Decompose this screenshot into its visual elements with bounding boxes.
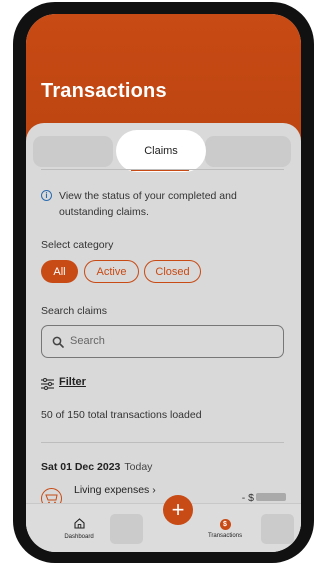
nav-placeholder-1[interactable]: [110, 514, 143, 544]
loaded-count: 50 of 150 total transactions loaded: [41, 409, 202, 421]
date-label: Sat 01 Dec 2023: [41, 461, 121, 473]
dollar-icon: $: [219, 518, 231, 530]
chip-all[interactable]: All: [41, 260, 78, 283]
today-tag: Today: [124, 461, 153, 473]
tab-claims[interactable]: Claims: [116, 130, 206, 172]
nav-dashboard[interactable]: Dashboard: [56, 504, 102, 552]
info-text: View the status of your completed and ou…: [59, 190, 237, 218]
nav-dashboard-label: Dashboard: [64, 533, 94, 540]
transaction-name: Living expenses: [74, 484, 150, 496]
search-input[interactable]: Search: [41, 325, 284, 358]
tab-right-placeholder[interactable]: [205, 136, 291, 167]
category-label: Select category: [41, 239, 114, 251]
add-button[interactable]: +: [163, 495, 193, 525]
chip-closed[interactable]: Closed: [144, 260, 201, 283]
nav-placeholder-2[interactable]: [261, 514, 294, 544]
page-title: Transactions: [41, 80, 167, 102]
app-screen: Transactions Claims i View the status of…: [26, 14, 301, 552]
home-icon: [73, 517, 85, 531]
phone-frame: Transactions Claims i View the status of…: [13, 2, 314, 563]
nav-transactions[interactable]: $ Transactions: [202, 504, 248, 552]
info-icon: i: [41, 190, 52, 201]
transaction-label: Living expenses ›: [74, 484, 156, 496]
search-placeholder: Search: [70, 335, 105, 347]
tab-left-placeholder[interactable]: [33, 136, 113, 167]
search-label: Search claims: [41, 305, 107, 317]
date-header: Sat 01 Dec 2023 Today: [41, 461, 152, 473]
content-sheet: Claims i View the status of your complet…: [26, 123, 301, 552]
chevron-right-icon: ›: [152, 484, 156, 496]
tabs-divider: [41, 169, 284, 170]
search-icon: [52, 335, 64, 353]
chip-active[interactable]: Active: [84, 260, 139, 283]
filter-label: Filter: [59, 376, 86, 388]
filter-icon: [41, 377, 54, 395]
nav-transactions-label: Transactions: [207, 532, 243, 539]
redacted-amount: [256, 493, 286, 501]
tab-bar: Claims: [33, 130, 291, 172]
list-divider: [41, 442, 284, 443]
